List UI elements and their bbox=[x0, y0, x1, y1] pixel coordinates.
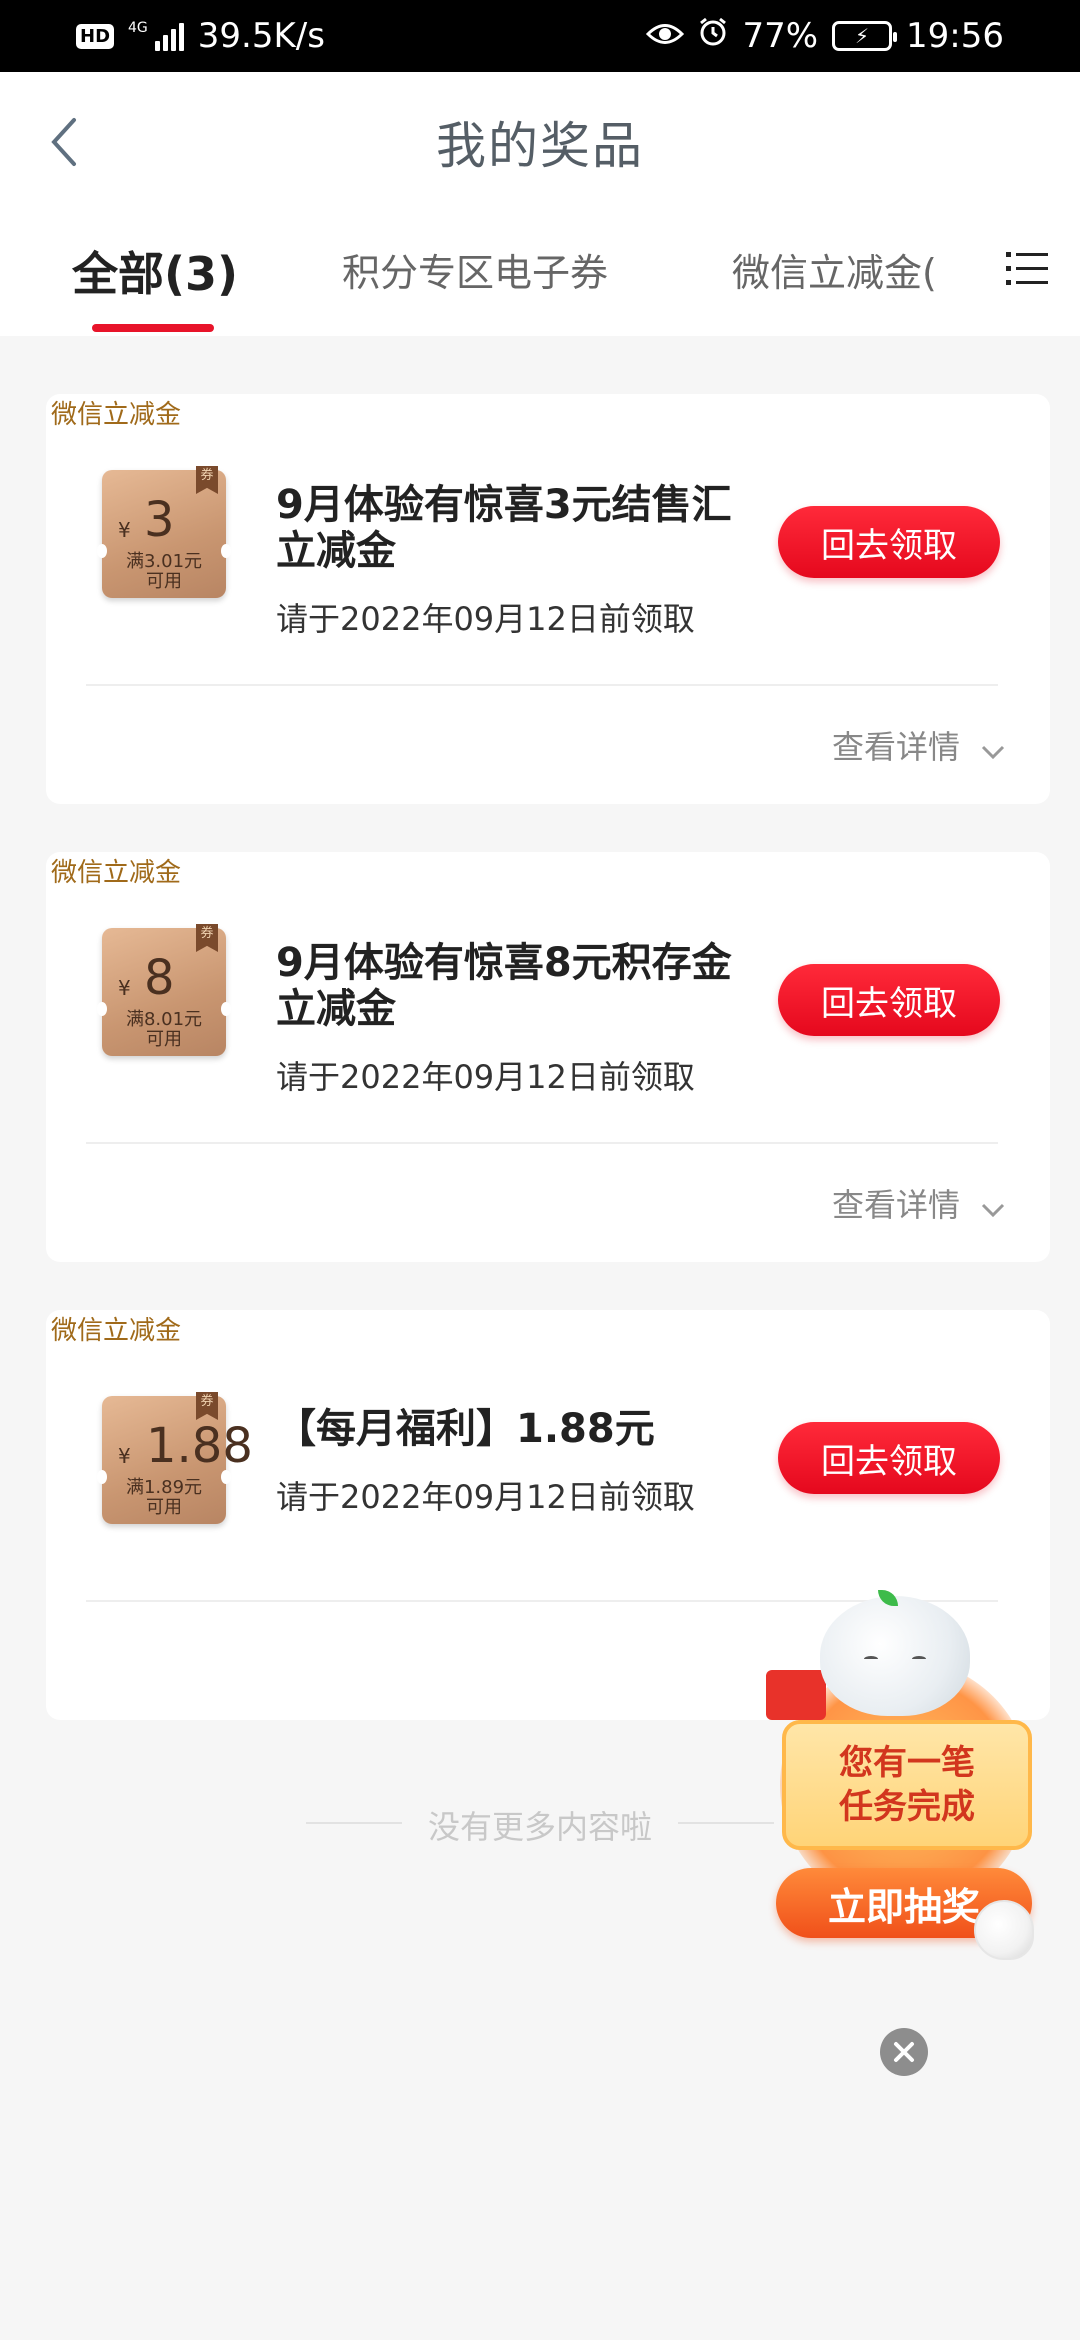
coupon-currency: ¥ bbox=[118, 1444, 131, 1468]
close-widget-button[interactable] bbox=[880, 2028, 928, 2076]
view-details-label: 查看详情 bbox=[831, 1186, 960, 1224]
pointing-hand-icon bbox=[974, 1900, 1034, 1960]
close-icon bbox=[894, 2042, 914, 2062]
coupon-icon: 券 ¥ 8 满8.01元 可用 bbox=[97, 924, 231, 1056]
coupon-icon: 券 ¥ 1.88 满1.89元 可用 bbox=[97, 1392, 253, 1524]
coupon-currency: ¥ bbox=[118, 518, 131, 542]
alarm-icon bbox=[698, 16, 728, 56]
coupon-usable: 可用 bbox=[146, 571, 182, 592]
prize-card: 微信立减金 券 ¥ 8 满8.01元 可用 9月体验有惊喜8元积存金立减金 请于… bbox=[46, 852, 1050, 1262]
back-button[interactable] bbox=[38, 112, 88, 172]
chevron-down-icon bbox=[981, 745, 1005, 760]
lottery-float-widget[interactable]: 您有一笔 任务完成 立即抽奖 bbox=[760, 1590, 1060, 1990]
prize-title: 【每月福利】1.88元 bbox=[276, 1406, 655, 1452]
list-icon bbox=[1006, 252, 1048, 285]
tab-points-vouchers[interactable]: 积分专区电子券 bbox=[342, 242, 608, 297]
coupon-usable: 可用 bbox=[146, 1497, 182, 1518]
coupon-amount: 3 bbox=[144, 492, 175, 548]
claim-button[interactable]: 回去领取 bbox=[778, 506, 1000, 578]
prize-deadline: 请于2022年09月12日前领取 bbox=[276, 600, 695, 638]
signal-icon: 4G bbox=[128, 21, 184, 51]
hd-badge: HD bbox=[76, 23, 115, 49]
prize-tag: 微信立减金 bbox=[51, 1316, 182, 1346]
prize-title: 9月体验有惊喜8元积存金立减金 bbox=[276, 940, 732, 1032]
battery-icon: ⚡ bbox=[832, 21, 898, 51]
gift-icon bbox=[766, 1670, 826, 1720]
network-speed: 39.5K/s bbox=[197, 16, 325, 56]
coupon-currency: ¥ bbox=[118, 976, 131, 1000]
tab-menu-button[interactable] bbox=[1004, 246, 1050, 292]
coupon-amount: 8 bbox=[144, 950, 175, 1006]
battery-percent: 77% bbox=[742, 16, 819, 56]
task-message-line1: 您有一笔 bbox=[839, 1743, 975, 1783]
coupon-condition: 满3.01元 bbox=[125, 551, 203, 572]
status-bar: HD 4G 39.5K/s 77% ⚡ 19:56 bbox=[0, 0, 1080, 72]
prize-tag: 微信立减金 bbox=[51, 400, 182, 430]
coupon-amount: 1.88 bbox=[146, 1418, 253, 1474]
tab-bar: 全部(3) 积分专区电子券 微信立减金( bbox=[0, 212, 1080, 336]
coupon-usable: 可用 bbox=[146, 1029, 182, 1050]
coupon-ribbon: 券 bbox=[196, 466, 218, 494]
divider bbox=[86, 1142, 998, 1144]
prize-deadline: 请于2022年09月12日前领取 bbox=[276, 1478, 695, 1516]
coupon-ribbon: 券 bbox=[196, 1392, 218, 1420]
coupon-condition: 满1.89元 bbox=[125, 1477, 203, 1498]
view-details-button[interactable]: 查看详情 bbox=[832, 722, 1006, 768]
tab-all[interactable]: 全部(3) bbox=[72, 238, 238, 304]
tab-wechat-discount[interactable]: 微信立减金( bbox=[732, 242, 942, 297]
coupon-condition: 满8.01元 bbox=[125, 1009, 203, 1030]
chevron-down-icon bbox=[981, 1203, 1005, 1218]
header: 我的奖品 bbox=[0, 72, 1080, 212]
page-title: 我的奖品 bbox=[436, 117, 644, 175]
active-tab-indicator bbox=[92, 324, 214, 332]
task-message-line2: 任务完成 bbox=[839, 1787, 975, 1827]
back-arrow-icon bbox=[51, 118, 76, 166]
coupon-icon: 券 ¥ 3 满3.01元 可用 bbox=[97, 466, 231, 598]
eye-icon bbox=[646, 16, 685, 56]
divider bbox=[86, 684, 998, 686]
prize-title: 9月体验有惊喜3元结售汇立减金 bbox=[276, 482, 732, 574]
prize-deadline: 请于2022年09月12日前领取 bbox=[276, 1058, 695, 1096]
prize-card: 微信立减金 券 ¥ 3 满3.01元 可用 9月体验有惊喜3元结售汇立减金 请于… bbox=[46, 394, 1050, 804]
claim-button[interactable]: 回去领取 bbox=[778, 1422, 1000, 1494]
network-type: 4G bbox=[128, 20, 148, 36]
view-details-label: 查看详情 bbox=[831, 728, 960, 766]
coupon-ribbon: 券 bbox=[196, 924, 218, 952]
prize-tag: 微信立减金 bbox=[51, 858, 182, 888]
claim-button[interactable]: 回去领取 bbox=[778, 964, 1000, 1036]
task-complete-message: 您有一笔 任务完成 bbox=[782, 1720, 1032, 1850]
mascot-icon bbox=[820, 1596, 970, 1716]
view-details-button[interactable]: 查看详情 bbox=[832, 1180, 1006, 1226]
clock: 19:56 bbox=[906, 16, 1004, 56]
